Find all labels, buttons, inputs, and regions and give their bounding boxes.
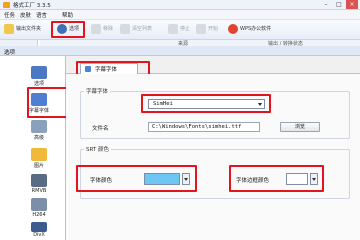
menu-language[interactable]: 语言 — [36, 11, 47, 19]
h264-icon — [31, 198, 47, 211]
dialog-title: 选项 — [4, 50, 16, 56]
menu-bar — [0, 10, 360, 20]
output-folder-button[interactable]: 输出文件夹 — [4, 22, 44, 36]
stop-button[interactable]: 停止 — [168, 22, 192, 36]
advanced-icon — [31, 120, 47, 133]
nav-picture-label: 图片 — [33, 163, 44, 169]
stop-icon — [168, 24, 178, 34]
wps-label: WPS办公软件 — [240, 26, 272, 32]
output-folder-label: 输出文件夹 — [16, 26, 42, 32]
nav-highlight — [27, 87, 69, 118]
wps-button[interactable]: WPS办公软件 — [228, 22, 274, 36]
file-name-label: 文件名 — [92, 126, 109, 132]
rmvb-icon — [31, 174, 47, 187]
font-group-title: 字幕字体 — [84, 87, 111, 95]
font-color-highlight — [76, 165, 197, 192]
window-title: 格式工厂 3.3.5 — [13, 3, 51, 9]
start-icon — [196, 24, 206, 34]
remove-icon — [91, 24, 101, 34]
nav-divx-label: DivX — [33, 232, 45, 238]
browse-button[interactable]: 浏览 — [280, 122, 320, 132]
menu-help[interactable]: 帮助 — [62, 11, 73, 19]
font-file-field[interactable]: C:\Windows\Fonts\simhei.ttf — [148, 122, 260, 132]
font-select-highlight — [141, 94, 271, 113]
nav-h264-label: H264 — [32, 212, 46, 218]
nav-options-label: 选项 — [33, 81, 44, 87]
stop-label: 停止 — [180, 26, 191, 32]
app-logo-icon — [3, 2, 10, 8]
picture-icon — [31, 148, 47, 161]
clear-list-label: 清空列表 — [132, 26, 153, 32]
menu-skin[interactable]: 皮肤 — [20, 11, 31, 19]
srt-color-title: SRT 颜色 — [84, 145, 112, 153]
nav-item-divx[interactable]: DivX — [20, 222, 60, 240]
nav-item-picture[interactable]: 图片 — [20, 148, 60, 172]
wps-icon — [228, 24, 238, 34]
title-bar: 格式工厂 3.3.5 — [0, 0, 360, 10]
start-label: 开始 — [208, 26, 219, 32]
dialog-title-bar — [0, 46, 360, 56]
border-color-highlight — [229, 165, 324, 192]
menu-task[interactable]: 任务 — [4, 11, 15, 19]
maximize-button[interactable]: □ — [333, 0, 345, 9]
remove-button[interactable]: 移除 — [91, 22, 115, 36]
clear-list-icon — [120, 24, 130, 34]
nav-item-h264[interactable]: H264 — [20, 198, 60, 222]
nav-item-advanced[interactable]: 高级 — [20, 120, 60, 144]
folder-icon — [4, 24, 14, 34]
nav-item-rmvb[interactable]: RMVB — [20, 174, 60, 198]
options-icon — [31, 66, 47, 79]
clear-list-button[interactable]: 清空列表 — [120, 22, 160, 36]
minimize-button[interactable]: – — [320, 0, 332, 9]
close-button[interactable]: × — [346, 0, 358, 9]
start-button[interactable]: 开始 — [196, 22, 220, 36]
font-file-value: C:\Windows\Fonts\simhei.ttf — [152, 124, 242, 130]
nav-rmvb-label: RMVB — [31, 188, 47, 194]
options-highlight — [51, 21, 85, 38]
nav-advanced-label: 高级 — [33, 135, 44, 141]
remove-label: 移除 — [103, 26, 114, 32]
divx-icon — [31, 222, 47, 232]
